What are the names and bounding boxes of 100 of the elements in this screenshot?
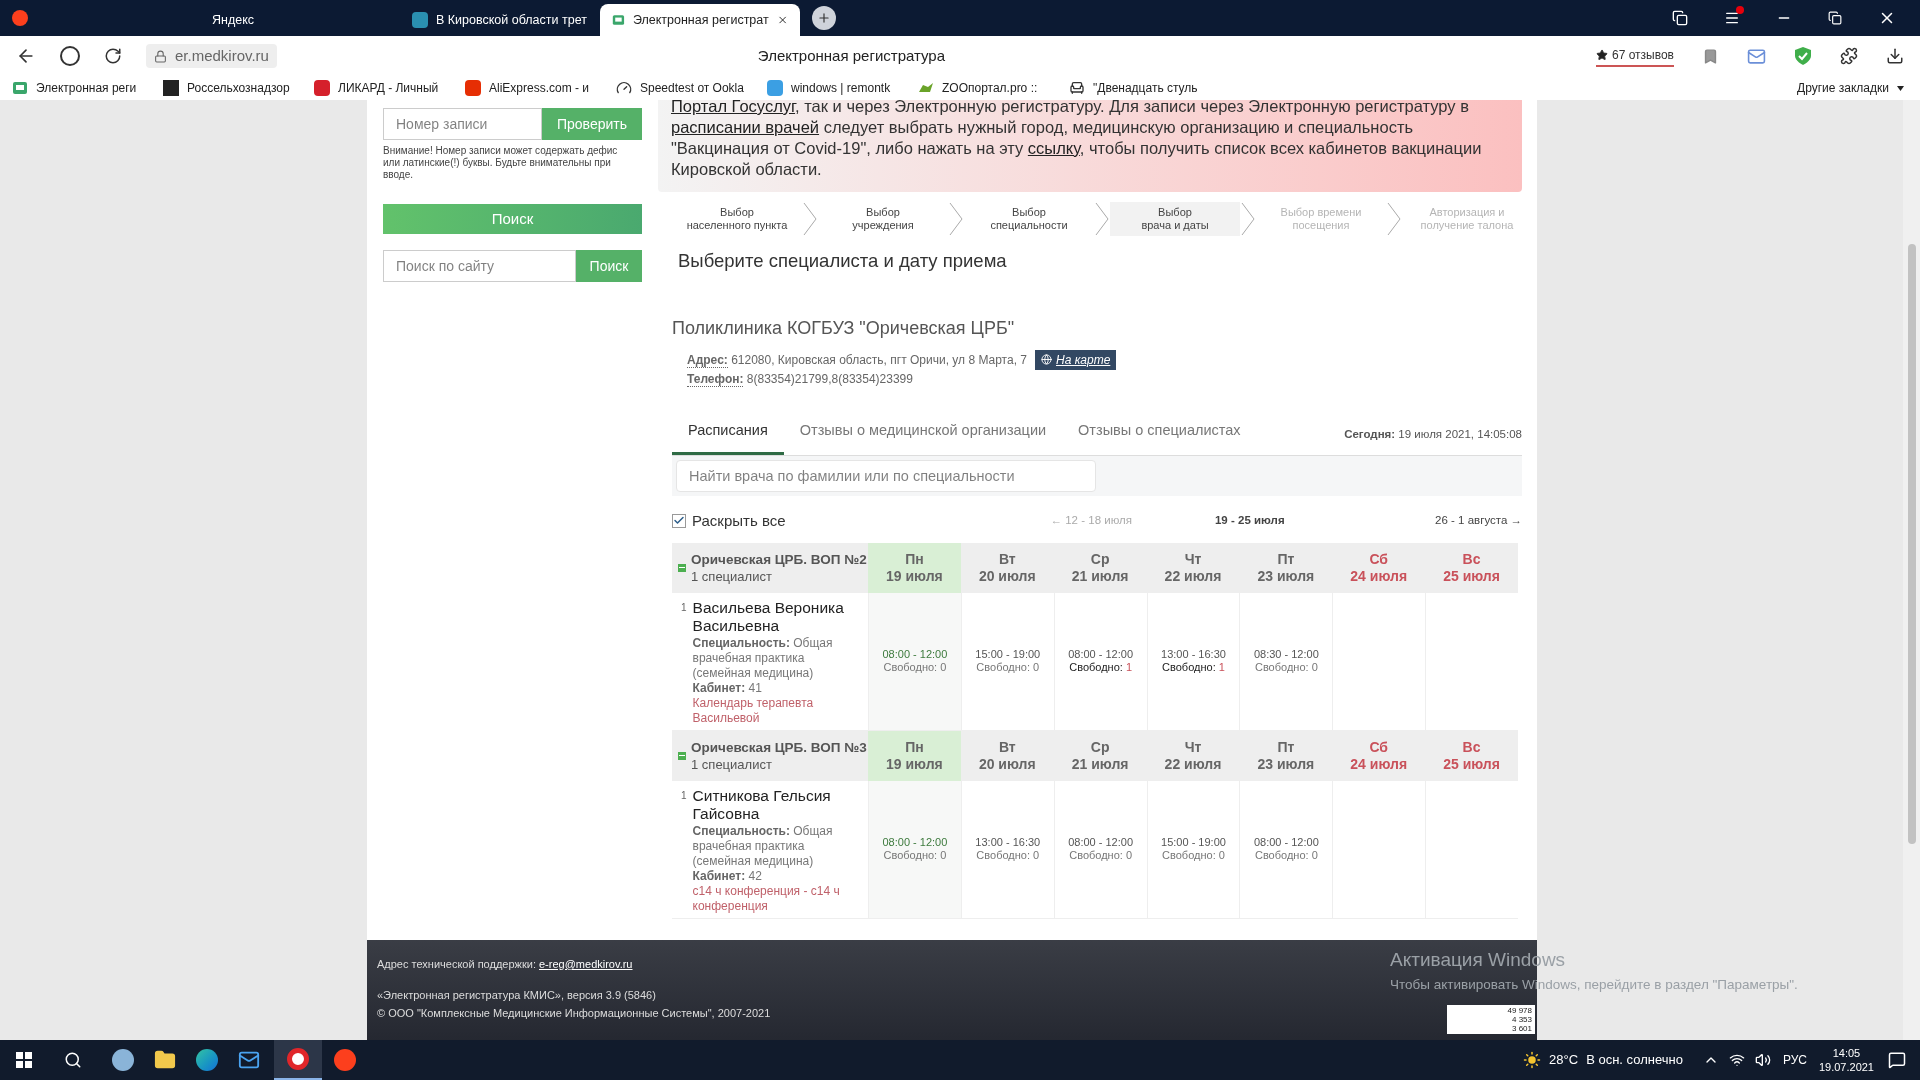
wizard-step: Выбор населенного пункта (672, 202, 802, 236)
group-name[interactable]: Оричевская ЦРБ. ВОП №2 (691, 550, 867, 568)
folder-icon[interactable] (154, 1049, 176, 1071)
doctor-note[interactable]: с14 ч конференция - с14 ч конференция (692, 883, 858, 914)
search-icon[interactable] (64, 1051, 82, 1069)
app-icon[interactable] (112, 1049, 134, 1071)
chair-icon (1069, 80, 1085, 96)
page-title: Электронная регистратура (757, 45, 946, 66)
bookmark-item[interactable]: Россельхознадзор (163, 79, 314, 97)
content-tab[interactable]: Отзывы о специалистах (1062, 420, 1257, 455)
doctor-note[interactable]: Календарь терапевта Васильевой (692, 695, 858, 726)
record-number-field[interactable]: Номер записи (383, 108, 542, 140)
group-name[interactable]: Оричевская ЦРБ. ВОП №3 (691, 738, 867, 756)
lock-icon (154, 49, 167, 63)
address-field[interactable]: er.medkirov.ru (146, 44, 277, 68)
chevron-icon (1240, 202, 1256, 236)
clinic-name: Поликлиника КОГБУЗ "Оричевская ЦРБ" (672, 316, 1016, 340)
collections-icon[interactable] (1672, 10, 1688, 26)
bookmark-item[interactable]: Speedtest от Ookla (616, 79, 767, 97)
mail-icon[interactable] (238, 1049, 260, 1071)
specialist-count: 1 специалист (691, 755, 773, 773)
row-number: 1 (681, 788, 687, 803)
site-search-field[interactable]: Поиск по сайту (383, 250, 576, 282)
map-link[interactable]: На карте (1035, 349, 1117, 370)
bookmark-item[interactable]: windows | remontk (767, 79, 918, 97)
bookmark-item[interactable]: AliExpress.com - и (465, 79, 616, 97)
slot-time[interactable]: 08:00 - 12:00 (1068, 836, 1134, 850)
notice-link[interactable]: Портал Госуслуг (671, 97, 796, 115)
notice-link[interactable]: расписании врачей (671, 118, 820, 136)
day-header: Чт 22 июля (1163, 549, 1223, 586)
slot-time[interactable]: 13:00 - 16:30 (975, 836, 1041, 850)
restore-icon[interactable] (1828, 11, 1842, 25)
weather-text: В осн. солнечно (1586, 1051, 1683, 1070)
visit-counter: 49 978 4 353 3 601 (1447, 1005, 1535, 1034)
scrollbar[interactable] (1903, 100, 1920, 1040)
specialist-count: 1 специалист (691, 567, 773, 585)
clock-date[interactable]: 19.07.2021 (1818, 1060, 1874, 1074)
shield-icon[interactable] (1794, 46, 1812, 66)
doctor-name[interactable]: Ситникова Гельсия Гайсовна (692, 786, 858, 823)
bookmark-icon[interactable] (1702, 47, 1719, 65)
slot-time[interactable]: 15:00 - 19:00 (975, 648, 1041, 662)
doctor-specialty: Специальность: Общая врачебная практика (семейная медицина) (692, 635, 834, 681)
chevron-icon (1094, 202, 1110, 236)
doctor-cabinet: Кабинет: 41 (692, 680, 763, 696)
slot-time[interactable]: 13:00 - 16:30 (1161, 648, 1226, 662)
collapse-icon[interactable] (678, 563, 686, 572)
chevron-icon (802, 202, 818, 236)
reload-icon[interactable] (104, 47, 122, 65)
browser-app-icon[interactable] (287, 1048, 309, 1070)
windows-start-icon[interactable] (16, 1052, 32, 1068)
slot-time[interactable]: 15:00 - 19:00 (1161, 836, 1226, 850)
bookmark-item[interactable]: Электронная реги (12, 79, 163, 97)
browser-tab[interactable]: Электронная регистрат (600, 4, 800, 36)
slot-time[interactable]: 08:00 - 12:00 (1068, 648, 1134, 662)
doctor-search-field[interactable]: Найти врача по фамилии или по специальности (676, 459, 1096, 492)
bookmark-item[interactable]: ZOOпортал.pro :: (918, 79, 1069, 97)
day-header: Пн 19 июля (868, 730, 961, 781)
notifications-icon[interactable] (1888, 1051, 1906, 1069)
collapse-icon[interactable] (678, 751, 686, 760)
language-indicator[interactable]: РУС (1782, 1051, 1807, 1069)
bookmark-item[interactable]: "Двенадцать стуль (1069, 79, 1220, 97)
browser-tab[interactable]: Яндекс (200, 4, 400, 36)
reviews-badge[interactable]: 67 отзывов (1596, 45, 1674, 67)
copyright-text: © ООО "Комплексные Медицинские Информационные Системы", 2007-2021 (377, 1006, 771, 1021)
free-count: Свободно: 0 (883, 661, 947, 675)
volume-icon[interactable] (1754, 1052, 1771, 1068)
mail-icon[interactable] (1747, 46, 1766, 66)
support-email-link[interactable]: e-reg@medkirov.ru (539, 958, 633, 970)
clinic-phone: Телефон: 8(83354)21799,8(83354)23399 (687, 370, 914, 388)
doctor-name[interactable]: Васильева Вероника Васильевна (692, 598, 858, 635)
extensions-icon[interactable] (1840, 47, 1858, 65)
day-header: Вс 25 июля (1442, 737, 1501, 774)
expand-all-checkbox[interactable]: Раскрыть все (672, 509, 786, 532)
clock-time[interactable]: 14:05 (1832, 1046, 1861, 1060)
bookmark-item[interactable]: ЛИКАРД - Личный (314, 79, 465, 97)
plus-icon (817, 11, 831, 25)
slot-time[interactable]: 08:00 - 12:00 (882, 648, 948, 662)
free-count: Свободно: 1 (1162, 661, 1225, 675)
day-header: Сб 24 июля (1349, 737, 1409, 774)
slot-time[interactable]: 08:00 - 12:00 (882, 836, 948, 850)
wifi-icon[interactable] (1728, 1052, 1745, 1068)
weather-icon (1523, 1051, 1542, 1069)
other-bookmarks-button[interactable]: Другие закладки (1797, 79, 1908, 97)
notice-link[interactable]: ссылку (1027, 139, 1080, 157)
new-tab-button[interactable] (812, 6, 836, 30)
free-count: Свободно: 0 (1069, 849, 1133, 863)
day-header: Сб 24 июля (1349, 549, 1409, 586)
caret-icon (1897, 85, 1904, 91)
wizard-step: Авторизация и получение талона (1402, 202, 1532, 236)
day-header: Чт 22 июля (1163, 737, 1223, 774)
slot-time[interactable]: 08:30 - 12:00 (1253, 648, 1319, 662)
page-heading: Выберите специалиста и дату приема (678, 249, 1008, 273)
menu-icon[interactable] (1724, 10, 1740, 26)
content-tab[interactable]: Отзывы о медицинской организации (783, 420, 1063, 455)
day-header: Пн 19 июля (868, 542, 961, 593)
browser-tab[interactable]: В Кировской области трет (400, 4, 600, 36)
next-week-link[interactable]: 26 - 1 августа → (1435, 512, 1522, 530)
download-icon[interactable] (1886, 47, 1904, 65)
slot-time[interactable]: 08:00 - 12:00 (1253, 836, 1319, 850)
globe-icon (1041, 354, 1052, 366)
